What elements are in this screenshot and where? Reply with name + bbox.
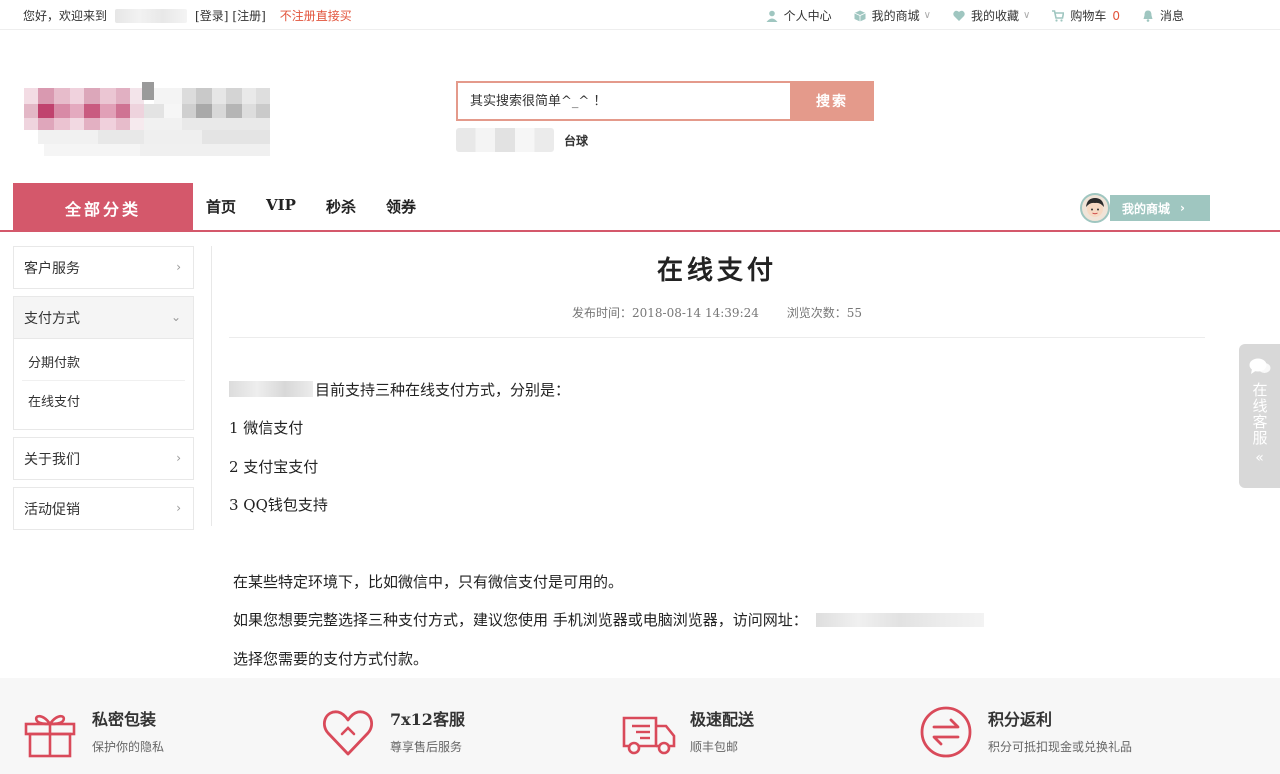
avatar-face-icon [1086, 198, 1104, 217]
main-nav: 全部分类 首页 VIP 秒杀 领券 我的商城 › [0, 183, 1280, 232]
user-center-label: 个人中心 [783, 9, 832, 23]
messages-label: 消息 [1159, 9, 1184, 23]
cart-label: 购物车 [1070, 9, 1107, 23]
sidebar-submenu-payment: 分期付款 在线支付 [13, 339, 194, 430]
article-paragraph: 在某些特定环境下，比如微信中，只有微信支付是可用的。 [233, 572, 624, 591]
nav-link-coupons[interactable]: 领券 [386, 196, 416, 217]
sidebar-item-label: 关于我们 [24, 451, 80, 468]
sidebar: 客户服务 › 支付方式 ⌄ 分期付款 在线支付 关于我们 › 活动促销 › [13, 246, 194, 537]
chevron-down-icon: ∨ [1023, 10, 1031, 21]
my-mall-menu[interactable]: 我的商城 ∨ [853, 7, 931, 24]
messages-link[interactable]: 消息 [1142, 7, 1184, 24]
my-mall-button[interactable]: 我的商城 › [1080, 193, 1210, 223]
search-box: 搜索 [456, 81, 874, 121]
greeting-text: 您好，欢迎来到 [23, 9, 108, 23]
view-count: 浏览次数：55 [786, 306, 862, 320]
online-service-float[interactable]: 在线客服 « [1239, 344, 1280, 488]
article-meta: 发布时间：2018-08-14 14:39:24 浏览次数：55 [229, 304, 1205, 321]
truck-icon [622, 716, 676, 755]
feature-title: 积分返利 [988, 710, 1053, 729]
bell-icon [1143, 10, 1153, 22]
chat-bubble-icon [1249, 358, 1270, 374]
article: 在线支付 发布时间：2018-08-14 14:39:24 浏览次数：55 目前… [229, 246, 1205, 678]
user-icon [766, 10, 778, 22]
sidebar-subitem-installment[interactable]: 分期付款 [22, 343, 185, 381]
chevron-down-icon: ⌄ [170, 310, 181, 324]
feature-title: 极速配送 [690, 710, 755, 729]
publish-time: 发布时间：2018-08-14 14:39:24 [571, 306, 759, 320]
top-bar-right: 个人中心 我的商城 ∨ 我的收藏 ∨ 购物车 0 消息 [744, 7, 1184, 24]
chevron-right-icon: › [176, 501, 181, 515]
sidebar-item-label: 支付方式 [24, 310, 80, 327]
sidebar-item-promotions[interactable]: 活动促销 › [13, 487, 194, 530]
sidebar-item-about-us[interactable]: 关于我们 › [13, 437, 194, 480]
login-link[interactable]: [登录] [195, 7, 228, 24]
article-body: 目前支持三种在线支付方式，分别是： 1 微信支付 2 支付宝支付 3 QQ钱包支… [229, 370, 1205, 678]
feature-subtitle: 尊享售后服务 [390, 740, 463, 754]
feature-title: 7x12客服 [390, 710, 465, 729]
payment-method-item: 3 QQ钱包支持 [229, 496, 328, 515]
register-link[interactable]: [注册] [232, 7, 265, 24]
sidebar-item-label: 活动促销 [24, 501, 80, 518]
no-register-buy-link[interactable]: 不注册直接买 [280, 7, 352, 24]
article-divider [229, 337, 1205, 338]
chevron-right-icon: › [176, 260, 181, 274]
feature-subtitle: 顺丰包邮 [690, 740, 739, 754]
cart-icon [1052, 9, 1065, 22]
chevron-right-icon: › [1180, 201, 1185, 215]
sidebar-item-payment-methods[interactable]: 支付方式 ⌄ [13, 296, 194, 339]
site-name-redacted [229, 381, 313, 398]
nav-link-vip[interactable]: VIP [266, 196, 296, 217]
feature-subtitle: 积分可抵扣现金或兑换礼品 [988, 740, 1133, 754]
search-input[interactable] [456, 81, 790, 121]
online-service-label: 在线客服 [1250, 382, 1269, 446]
chevron-down-icon: ∨ [923, 10, 931, 21]
cart-count-badge: 0 [1112, 8, 1120, 23]
article-paragraph: 选择您需要的支付方式付款。 [233, 649, 429, 668]
feature-title: 私密包装 [92, 710, 157, 729]
service-features: 私密包装 保护你的隐私 7x12客服 尊享售后服务 极速配送 顺丰包邮 积分返利 [0, 678, 1280, 774]
my-mall-pill-label: 我的商城 [1122, 201, 1171, 216]
heart-icon [953, 10, 965, 21]
url-redacted [815, 612, 984, 627]
article-intro: 目前支持三种在线支付方式，分别是： [315, 380, 571, 399]
sidebar-item-customer-service[interactable]: 客户服务 › [13, 246, 194, 289]
sidebar-divider [211, 246, 212, 526]
hot-word-link[interactable]: 台球 [564, 132, 588, 149]
site-name-redacted [115, 8, 188, 23]
search-button[interactable]: 搜索 [790, 81, 874, 121]
sidebar-subitem-online-payment[interactable]: 在线支付 [22, 381, 185, 419]
heart-icon [323, 710, 373, 756]
top-bar: 您好，欢迎来到 [登录] [注册] 不注册直接买 个人中心 我的商城 ∨ 我的收… [0, 0, 1280, 30]
avatar [1080, 193, 1110, 223]
gift-icon [24, 714, 76, 758]
cube-icon [853, 10, 866, 21]
my-mall-label: 我的商城 [871, 9, 920, 23]
cart-link[interactable]: 购物车 0 [1052, 7, 1120, 24]
sidebar-item-label: 客户服务 [24, 260, 80, 277]
hot-search-words: 台球 [456, 128, 588, 152]
nav-links: 首页 VIP 秒杀 领券 [206, 196, 446, 217]
my-favorites-label: 我的收藏 [970, 9, 1019, 23]
chevron-right-icon: › [176, 451, 181, 465]
collapse-icon[interactable]: « [1255, 450, 1264, 466]
nav-link-home[interactable]: 首页 [206, 196, 236, 217]
article-title: 在线支付 [656, 256, 777, 286]
site-logo[interactable] [24, 80, 272, 158]
my-favorites-menu[interactable]: 我的收藏 ∨ [953, 7, 1030, 24]
exchange-icon [920, 706, 972, 758]
payment-method-item: 2 支付宝支付 [229, 457, 319, 476]
user-center-link[interactable]: 个人中心 [766, 7, 832, 24]
payment-method-item: 1 微信支付 [229, 419, 304, 438]
article-paragraph: 如果您想要完整选择三种支付方式，建议您使用 手机浏览器或电脑浏览器，访问网址： [233, 611, 808, 630]
top-bar-left: 您好，欢迎来到 [登录] [注册] 不注册直接买 [23, 7, 352, 24]
article-paragraph-url: 如果您想要完整选择三种支付方式，建议您使用 手机浏览器或电脑浏览器，访问网址： [229, 601, 1205, 640]
hot-word-redacted [456, 128, 554, 152]
nav-link-flash-sale[interactable]: 秒杀 [326, 196, 356, 217]
my-mall-pill: 我的商城 › [1110, 195, 1210, 221]
all-categories-button[interactable]: 全部分类 [13, 183, 193, 232]
article-intro-line: 目前支持三种在线支付方式，分别是： [229, 370, 1205, 409]
feature-subtitle: 保护你的隐私 [92, 740, 165, 754]
